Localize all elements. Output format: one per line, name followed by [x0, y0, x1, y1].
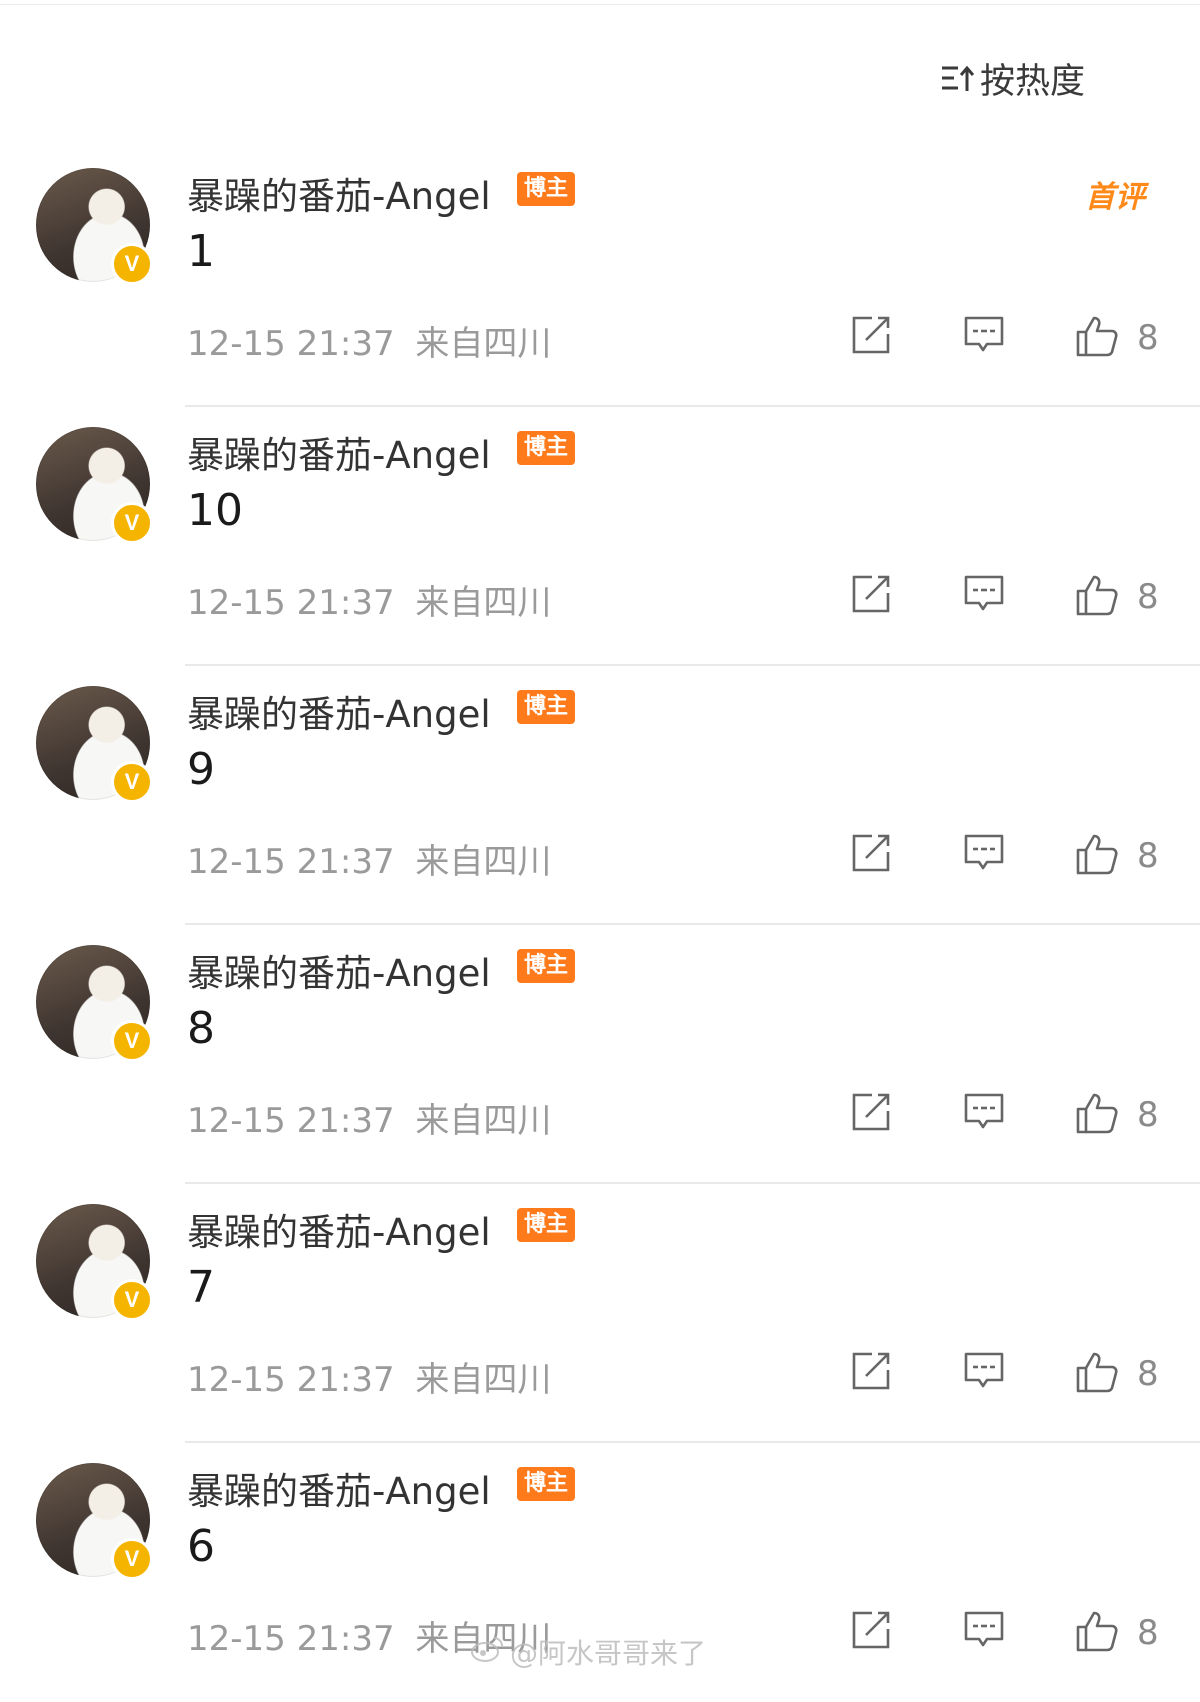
username[interactable]: 暴躁的番茄-Angel — [187, 425, 491, 479]
share-icon — [850, 832, 892, 878]
share-button[interactable] — [850, 832, 892, 878]
thumbs-up-icon — [1075, 832, 1119, 880]
comment-icon — [963, 314, 1005, 360]
share-button[interactable] — [850, 1350, 892, 1396]
comment-list: V 暴躁的番茄-Angel 博主 首评 1 12-15 21:37 来自四川 8… — [0, 148, 1200, 1702]
comment-location: 来自四川 — [415, 324, 552, 364]
username[interactable]: 暴躁的番茄-Angel — [187, 1202, 491, 1256]
comment-text: 10 — [187, 485, 243, 536]
share-icon — [850, 1350, 892, 1396]
reply-button[interactable] — [963, 1350, 1005, 1396]
comment-time: 12-15 21:37 — [187, 842, 395, 882]
share-icon — [850, 1091, 892, 1137]
share-button[interactable] — [850, 314, 892, 360]
reply-button[interactable] — [963, 573, 1005, 619]
comment-text: 8 — [187, 1003, 215, 1054]
thumbs-up-icon — [1075, 1609, 1119, 1657]
comment-meta: 12-15 21:37 来自四川 — [187, 834, 551, 883]
comment-meta: 12-15 21:37 来自四川 — [187, 575, 551, 624]
reply-button[interactable] — [963, 832, 1005, 878]
like-button[interactable]: 8 — [1075, 1609, 1159, 1657]
comment-text: 1 — [187, 226, 215, 277]
comment-meta: 12-15 21:37 来自四川 — [187, 1093, 551, 1142]
comment-time: 12-15 21:37 — [187, 1101, 395, 1141]
sort-icon — [940, 63, 974, 93]
verified-badge-icon: V — [111, 1020, 153, 1062]
comment-icon — [963, 1091, 1005, 1137]
comment-item: V 暴躁的番茄-Angel 博主 9 12-15 21:37 来自四川 8 — [0, 666, 1200, 925]
comment-location: 来自四川 — [415, 842, 552, 882]
like-count: 8 — [1137, 1354, 1159, 1394]
like-count: 8 — [1137, 1613, 1159, 1653]
like-count: 8 — [1137, 1095, 1159, 1135]
username[interactable]: 暴躁的番茄-Angel — [187, 684, 491, 738]
like-count: 8 — [1137, 836, 1159, 876]
like-button[interactable]: 8 — [1075, 832, 1159, 880]
like-count: 8 — [1137, 318, 1159, 358]
like-button[interactable]: 8 — [1075, 1350, 1159, 1398]
blogger-tag: 博主 — [517, 172, 576, 206]
blogger-tag: 博主 — [517, 949, 576, 983]
comment-item: V 暴躁的番茄-Angel 博主 8 12-15 21:37 来自四川 8 — [0, 925, 1200, 1184]
comment-item: V 暴躁的番茄-Angel 博主 10 12-15 21:37 来自四川 8 — [0, 407, 1200, 666]
comment-time: 12-15 21:37 — [187, 1360, 395, 1400]
share-icon — [850, 314, 892, 360]
username[interactable]: 暴躁的番茄-Angel — [187, 943, 491, 997]
comment-time: 12-15 21:37 — [187, 583, 395, 623]
comment-meta: 12-15 21:37 来自四川 — [187, 1352, 551, 1401]
verified-badge-icon: V — [111, 1538, 153, 1580]
comment-icon — [963, 1350, 1005, 1396]
comment-location: 来自四川 — [415, 1360, 552, 1400]
comment-icon — [963, 832, 1005, 878]
thumbs-up-icon — [1075, 573, 1119, 621]
verified-badge-icon: V — [111, 502, 153, 544]
watermark-text: @阿水哥哥来了 — [510, 1637, 707, 1670]
comment-time: 12-15 21:37 — [187, 324, 395, 364]
sort-by-hot-button[interactable]: 按热度 — [940, 56, 1085, 102]
comment-item: V 暴躁的番茄-Angel 博主 首评 1 12-15 21:37 来自四川 8 — [0, 148, 1200, 407]
top-divider — [0, 4, 1200, 5]
blogger-tag: 博主 — [517, 1208, 576, 1242]
first-comment-badge: 首评 — [1085, 180, 1145, 215]
comment-icon — [963, 1609, 1005, 1655]
share-icon — [850, 573, 892, 619]
thumbs-up-icon — [1075, 1091, 1119, 1139]
like-button[interactable]: 8 — [1075, 314, 1159, 362]
sort-label: 按热度 — [979, 61, 1085, 102]
comment-meta: 12-15 21:37 来自四川 — [187, 316, 551, 365]
blogger-tag: 博主 — [517, 690, 576, 724]
share-button[interactable] — [850, 1091, 892, 1137]
verified-badge-icon: V — [111, 1279, 153, 1321]
like-button[interactable]: 8 — [1075, 1091, 1159, 1139]
like-count: 8 — [1137, 577, 1159, 617]
blogger-tag: 博主 — [517, 431, 576, 465]
share-button[interactable] — [850, 573, 892, 619]
thumbs-up-icon — [1075, 1350, 1119, 1398]
comment-text: 6 — [187, 1521, 215, 1572]
watermark: @阿水哥哥来了 — [470, 1632, 706, 1672]
comment-location: 来自四川 — [415, 583, 552, 623]
thumbs-up-icon — [1075, 314, 1119, 362]
comment-text: 7 — [187, 1262, 215, 1313]
comment-icon — [963, 573, 1005, 619]
share-button[interactable] — [850, 1609, 892, 1655]
verified-badge-icon: V — [111, 243, 153, 285]
username[interactable]: 暴躁的番茄-Angel — [187, 166, 491, 220]
username[interactable]: 暴躁的番茄-Angel — [187, 1461, 491, 1515]
like-button[interactable]: 8 — [1075, 573, 1159, 621]
reply-button[interactable] — [963, 314, 1005, 360]
weibo-logo-icon — [470, 1635, 504, 1670]
verified-badge-icon: V — [111, 761, 153, 803]
comment-text: 9 — [187, 744, 215, 795]
reply-button[interactable] — [963, 1091, 1005, 1137]
comment-location: 来自四川 — [415, 1101, 552, 1141]
reply-button[interactable] — [963, 1609, 1005, 1655]
comment-item: V 暴躁的番茄-Angel 博主 7 12-15 21:37 来自四川 8 — [0, 1184, 1200, 1443]
comment-time: 12-15 21:37 — [187, 1619, 395, 1659]
blogger-tag: 博主 — [517, 1467, 576, 1501]
share-icon — [850, 1609, 892, 1655]
